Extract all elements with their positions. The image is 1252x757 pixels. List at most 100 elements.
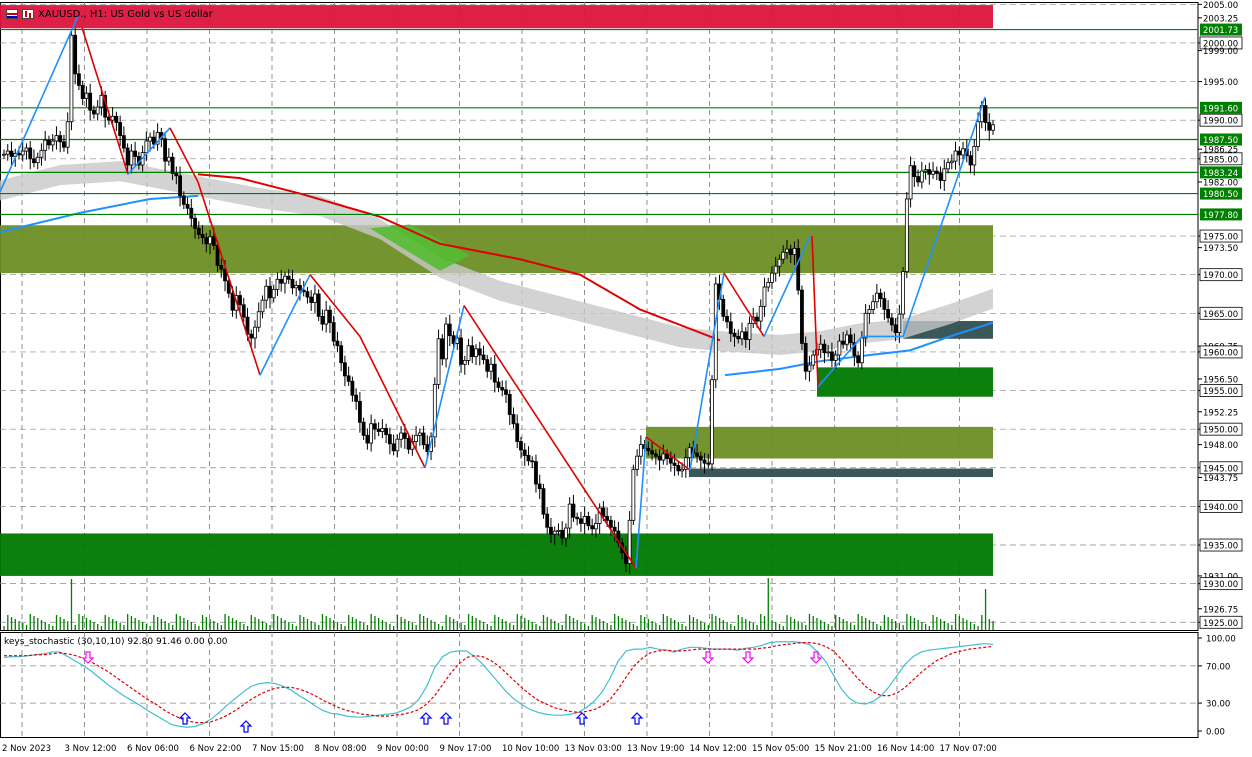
candle-body bbox=[238, 295, 242, 306]
candle-body bbox=[777, 258, 782, 267]
candle-body bbox=[758, 305, 763, 322]
volume-bar bbox=[632, 624, 635, 630]
volume-bar bbox=[179, 616, 181, 630]
volume-bar bbox=[336, 622, 339, 630]
candle-body bbox=[515, 423, 520, 442]
candle-body bbox=[24, 147, 29, 152]
candle-body bbox=[698, 455, 703, 461]
volume-bar bbox=[123, 625, 125, 630]
y-tick-label: 1960.00 bbox=[1203, 348, 1238, 358]
volume-bar bbox=[692, 617, 695, 630]
candle-body bbox=[530, 460, 535, 463]
candle-body bbox=[893, 324, 898, 334]
candle-body bbox=[773, 265, 778, 274]
candle-body bbox=[376, 428, 381, 432]
y-tick-label: 1948.00 bbox=[1203, 441, 1238, 451]
volume-bar bbox=[786, 615, 788, 630]
candle-body bbox=[766, 281, 771, 288]
candle-body bbox=[571, 503, 576, 518]
volume-bar bbox=[381, 620, 384, 630]
x-tick-label: 17 Nov 07:00 bbox=[940, 744, 997, 754]
candle-body bbox=[5, 150, 10, 155]
y-tick-label: 1975.00 bbox=[1203, 233, 1238, 243]
volume-bar bbox=[37, 618, 39, 630]
stoch-arrow-up-icon bbox=[178, 712, 192, 725]
volume-bar bbox=[782, 626, 784, 630]
candle-body bbox=[492, 363, 497, 383]
chart-header: XAUUSD., H1: US Gold vs US dollar bbox=[6, 7, 213, 21]
volume-bar bbox=[25, 625, 28, 630]
y-tick-box: 1935.00 bbox=[1199, 538, 1243, 552]
volume-bar bbox=[359, 621, 361, 630]
volume-bar bbox=[333, 620, 335, 630]
candle-body bbox=[9, 150, 14, 157]
candle-body bbox=[927, 169, 932, 175]
candle-body bbox=[99, 95, 104, 108]
volume-bar bbox=[906, 614, 908, 630]
candle-body bbox=[740, 331, 744, 340]
volume-bar bbox=[291, 624, 294, 630]
volume-bar bbox=[790, 617, 792, 630]
volume-bar bbox=[962, 618, 964, 630]
x-tick-label: 9 Nov 17:00 bbox=[440, 744, 492, 754]
candle-body bbox=[541, 488, 546, 515]
volume-bar bbox=[651, 621, 653, 630]
candle-body bbox=[316, 293, 321, 317]
volume-bar bbox=[142, 622, 144, 630]
volume-bar bbox=[715, 616, 717, 630]
volume-bar bbox=[434, 622, 436, 630]
candle-body bbox=[121, 135, 126, 149]
volume-bar bbox=[531, 622, 533, 630]
stoch-arrow-down-icon bbox=[701, 651, 715, 664]
volume-bar bbox=[479, 620, 481, 630]
candle-body bbox=[271, 288, 276, 299]
volume-bar bbox=[617, 616, 620, 630]
volume-bar bbox=[932, 615, 934, 630]
volume-bar bbox=[606, 623, 608, 630]
volume-bar bbox=[171, 625, 174, 630]
volume-bar bbox=[808, 614, 811, 630]
volume-bar bbox=[516, 614, 518, 630]
candle-body bbox=[331, 322, 336, 342]
candle-body bbox=[818, 343, 823, 351]
volume-bar bbox=[752, 623, 754, 630]
volume-bar bbox=[595, 617, 597, 630]
zone-1 bbox=[0, 225, 993, 274]
candle-body bbox=[983, 105, 988, 123]
candle-body bbox=[732, 332, 737, 337]
candle-body bbox=[841, 340, 846, 345]
candle-body bbox=[526, 455, 531, 462]
volume-bar bbox=[419, 614, 421, 630]
candle-body bbox=[328, 309, 332, 323]
candle-body bbox=[211, 236, 216, 246]
volume-bar bbox=[951, 625, 953, 630]
chart-type-icon[interactable] bbox=[22, 9, 34, 19]
volume-bar bbox=[771, 620, 773, 630]
candle-body bbox=[77, 73, 81, 86]
candle-body bbox=[755, 316, 759, 322]
x-tick-label: 6 Nov 22:00 bbox=[190, 744, 242, 754]
volume-bar bbox=[584, 624, 586, 630]
volume-bar bbox=[213, 621, 215, 630]
candle-body bbox=[560, 529, 565, 539]
volume-bar bbox=[921, 622, 923, 630]
volume-bar bbox=[396, 615, 399, 630]
volume-bar bbox=[175, 614, 178, 630]
candle-body bbox=[324, 309, 329, 325]
volume-bar bbox=[7, 615, 9, 630]
stoch-arrow-up-icon bbox=[419, 712, 433, 725]
volume-bar bbox=[183, 618, 185, 630]
y-tick-box: 1950.00 bbox=[1199, 422, 1243, 436]
candle-body bbox=[519, 441, 523, 451]
candle-body bbox=[916, 176, 920, 183]
volume-bar bbox=[793, 619, 796, 630]
x-tick-label: 9 Nov 00:00 bbox=[377, 744, 429, 754]
volume-bar bbox=[539, 626, 541, 630]
candle-body bbox=[972, 146, 977, 166]
y-tick-box: 1940.00 bbox=[1199, 500, 1243, 513]
volume-bar bbox=[520, 616, 522, 630]
zone-4 bbox=[689, 468, 993, 478]
volume-bar bbox=[644, 617, 646, 630]
volume-bar bbox=[718, 618, 721, 630]
volume-bar bbox=[445, 615, 447, 630]
